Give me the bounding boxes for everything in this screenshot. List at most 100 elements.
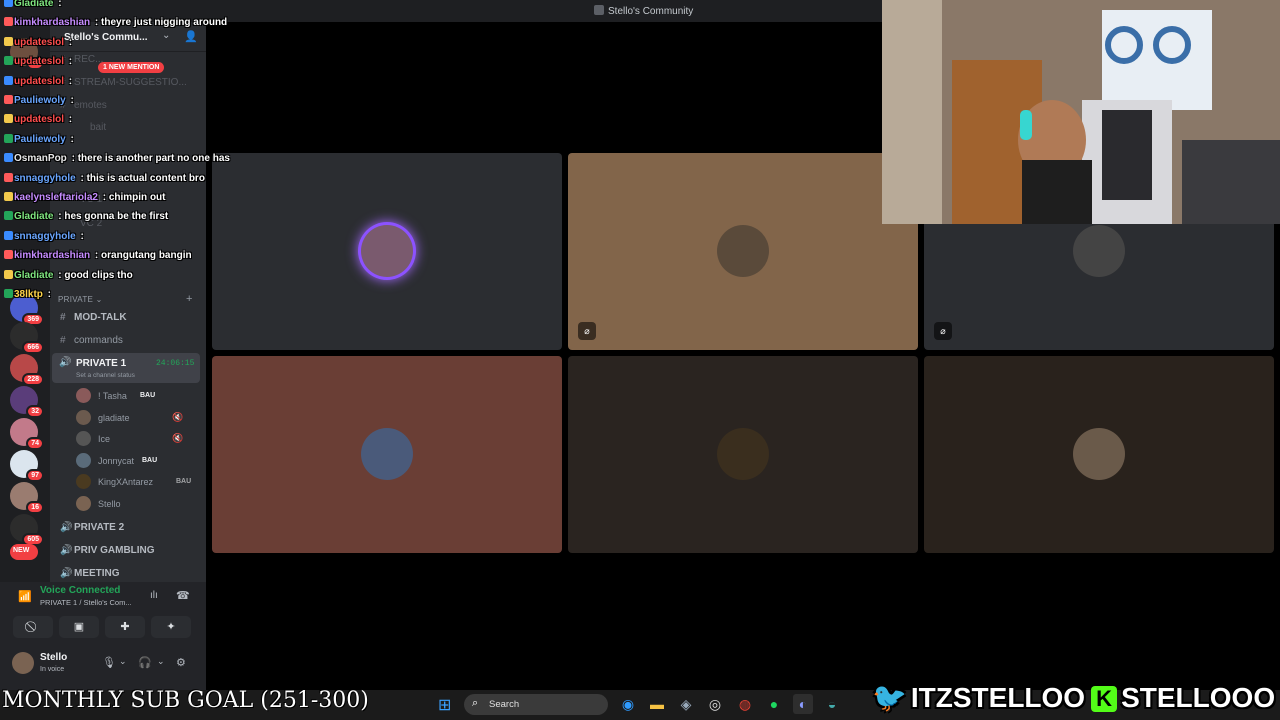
server-icon[interactable]: 74 — [10, 418, 44, 450]
gear-icon[interactable]: ⚙ — [176, 656, 186, 669]
server-icon[interactable]: 666 — [10, 322, 44, 354]
chat-user: snnaggyhole — [14, 172, 76, 184]
chat-message: 38lktp : — [4, 289, 51, 300]
chat-message: OsmanPop : there is another part no one … — [4, 153, 230, 164]
server-icon[interactable]: 97 — [10, 450, 44, 482]
speaker-icon: 🔊 — [60, 568, 73, 579]
avatar — [76, 496, 91, 511]
channel-status[interactable]: Set a channel status — [76, 372, 135, 379]
channel-sidebar: Stello's Commu... ⌄ 👤 1 NEW MENTION # REC… — [50, 22, 206, 582]
kick-icon: K — [1091, 686, 1118, 712]
spotify-icon[interactable]: ● — [764, 694, 784, 714]
noise-suppression-icon[interactable]: ılı — [150, 590, 158, 601]
chat-badge-icon — [4, 192, 13, 201]
soundboard-button[interactable]: ✦ — [151, 616, 191, 638]
chevron-down-icon[interactable]: ⌄ — [162, 30, 170, 41]
voice-channel-meeting[interactable]: 🔊 MEETING — [60, 568, 120, 582]
chat-message: Gladiate : hes gonna be the first — [4, 211, 168, 222]
current-user-name[interactable]: Stello — [40, 652, 67, 663]
voice-location[interactable]: PRIVATE 1 / Stello's Com... — [40, 598, 132, 607]
chat-badge-icon — [4, 17, 13, 27]
channel-label: emotes — [74, 100, 107, 111]
chat-badge-icon — [4, 56, 13, 66]
windows-start-icon[interactable]: ⊞ — [438, 695, 451, 715]
avatar[interactable] — [12, 652, 34, 674]
participant-tile[interactable] — [924, 356, 1274, 553]
twitter-icon: 🐦 — [872, 682, 907, 713]
chat-badge-icon — [4, 36, 13, 46]
add-channel-icon[interactable]: + — [186, 293, 193, 305]
avatar — [76, 431, 91, 446]
participant-avatar — [1073, 428, 1125, 480]
participant-tile[interactable] — [212, 153, 562, 350]
camera-off-button[interactable]: ⃠ — [13, 616, 53, 638]
channel-mod-talk[interactable]: # MOD-TALK — [60, 312, 127, 330]
voice-channel-private-2[interactable]: 🔊 PRIVATE 2 — [60, 522, 124, 540]
server-badge: 32 — [26, 405, 44, 418]
app-icon[interactable]: ◎ — [705, 694, 725, 714]
voice-user-name: ! Tasha — [98, 391, 127, 401]
chat-separator: : — [66, 114, 73, 126]
chat-message: kaelynsleftariola2 : chimpin out — [4, 192, 166, 203]
participant-avatar — [1073, 225, 1125, 277]
disconnect-icon[interactable]: ☎ — [176, 589, 190, 602]
kick-handle: STELLOOO — [1121, 682, 1276, 713]
microphone-icon[interactable]: 🎙 — [102, 656, 116, 669]
chat-badge-icon — [4, 211, 13, 221]
current-user-status: In voice — [40, 666, 65, 673]
channel-item[interactable]: # STREAM-SUGGESTIO... — [60, 77, 187, 95]
channel-commands[interactable]: # commands — [60, 335, 123, 353]
chat-separator: : — [44, 289, 52, 300]
chat-text: theyre just nigging around — [101, 17, 228, 29]
server-icon[interactable]: 16 — [10, 482, 44, 514]
chat-user: Gladiate — [14, 211, 54, 223]
chat-user: snnaggyhole — [14, 230, 76, 242]
chevron-down-icon[interactable]: ⌄ — [157, 656, 165, 667]
new-mention-pill[interactable]: 1 NEW MENTION — [98, 62, 165, 73]
channel-item[interactable]: bait — [90, 122, 106, 140]
channel-label: REC... — [74, 54, 104, 65]
taskbar-search[interactable]: ⌕ Search — [464, 694, 608, 715]
new-servers-pill[interactable]: NEW — [10, 544, 38, 560]
search-icon: ⌕ — [472, 697, 479, 709]
participant-avatar — [361, 225, 413, 277]
chat-separator: : — [92, 250, 102, 262]
server-badge: 16 — [26, 501, 44, 514]
new-label: NEW — [13, 547, 30, 554]
chat-badge-icon — [4, 289, 13, 298]
participant-tile[interactable] — [568, 356, 918, 553]
chat-separator: : — [77, 230, 84, 242]
category-label: PRIVATE — [58, 295, 94, 304]
chat-text: chimpin out — [108, 192, 166, 203]
voice-connected-status[interactable]: Voice Connected — [40, 585, 120, 596]
activities-button[interactable]: ✚ — [105, 616, 145, 638]
steam-icon[interactable]: ◈ — [676, 694, 696, 714]
add-user-icon[interactable]: 👤 — [184, 30, 198, 43]
category-private[interactable]: PRIVATE ⌄ + — [58, 293, 192, 305]
headphones-icon[interactable]: 🎧 — [138, 656, 152, 669]
server-icon[interactable]: 32 — [10, 386, 44, 418]
chat-badge-icon — [4, 153, 13, 163]
participant-tile[interactable] — [212, 356, 562, 553]
voice-channel-private-1[interactable]: 🔊 PRIVATE 1 24:06:15 Set a channel statu… — [52, 353, 200, 383]
file-explorer-icon[interactable]: ▬ — [647, 694, 667, 714]
chat-user: updateslol — [14, 36, 65, 48]
app-icon[interactable]: ◒ — [822, 694, 842, 714]
avatar — [76, 388, 91, 403]
participant-avatar — [717, 225, 769, 277]
screen-share-button[interactable]: ▣ — [59, 616, 99, 638]
signal-icon[interactable]: 📶 — [18, 590, 32, 603]
server-icon[interactable]: 228 — [10, 354, 44, 386]
chat-badge-icon — [4, 114, 13, 124]
chat-user: kimkhardashian — [14, 17, 91, 29]
window-title-text: Stello's Community — [608, 6, 694, 17]
discord-icon[interactable]: ◐ — [793, 694, 813, 714]
chevron-down-icon[interactable]: ⌄ — [119, 656, 127, 667]
edge-icon[interactable]: ◉ — [618, 694, 638, 714]
server-icon[interactable]: 605 — [10, 514, 44, 546]
chrome-icon[interactable]: ◍ — [735, 694, 755, 714]
voice-channel-priv-gambling[interactable]: 🔊 PRIV GAMBLING — [60, 545, 155, 563]
chat-badge-icon — [4, 0, 13, 7]
participant-tile[interactable]: ⌀ — [568, 153, 918, 350]
chat-message: Pauliewoly : — [4, 95, 74, 106]
